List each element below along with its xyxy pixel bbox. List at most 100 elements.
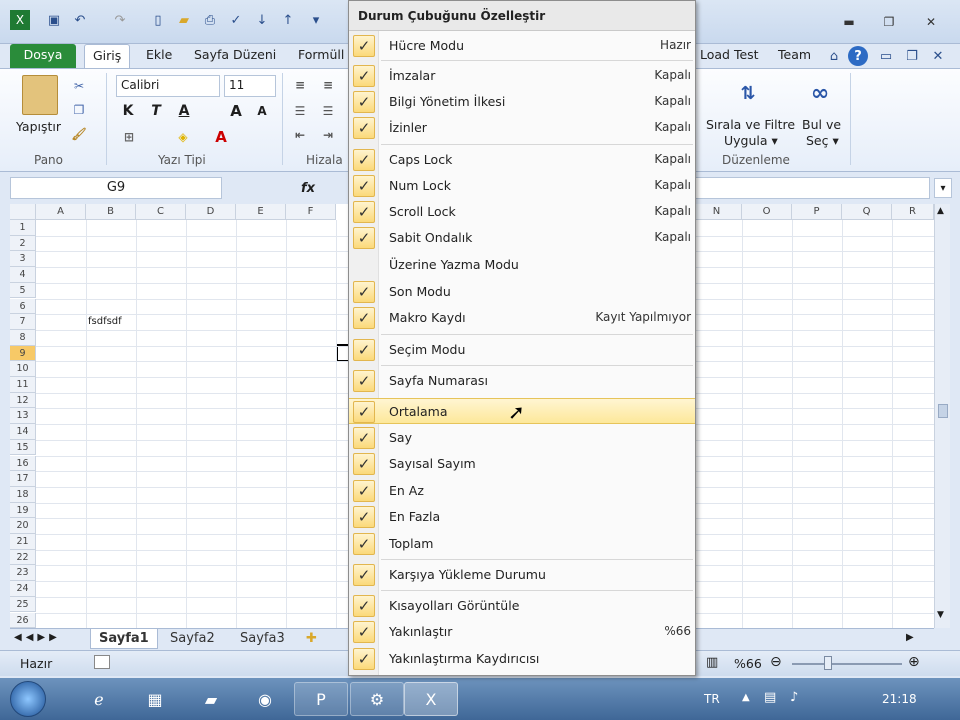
start-button-icon[interactable] <box>10 681 46 717</box>
sheet-nav-arrows-icon[interactable]: ◀◀▶▶ <box>14 632 61 643</box>
decrease-indent-icon[interactable]: ⇤ <box>290 125 310 145</box>
menu-item[interactable]: ✓ Yakınlaştır %66 <box>349 619 695 645</box>
menu-item[interactable]: ✓ İmzalar Kapalı <box>349 63 695 89</box>
column-header[interactable]: E <box>236 204 286 220</box>
name-box[interactable]: G9 <box>10 177 222 199</box>
page-break-view-icon[interactable]: ▥ <box>706 655 718 670</box>
row-header[interactable]: 20 <box>10 518 36 534</box>
tab-sayfa3[interactable]: Sayfa3 <box>232 629 293 649</box>
column-header[interactable]: A <box>36 204 86 220</box>
menu-item[interactable]: ✓ Bilgi Yönetim İlkesi Kapalı <box>349 89 695 115</box>
menu-item[interactable]: Üzerine Yazma Modu <box>349 252 695 278</box>
spelling-icon[interactable]: ✓ <box>226 10 246 30</box>
tab-giris[interactable]: Giriş <box>84 44 131 68</box>
window-minimize-icon[interactable]: ▭ <box>876 46 896 66</box>
tab-sayfa1[interactable]: Sayfa1 <box>90 629 158 649</box>
align-left-icon[interactable]: ☰ <box>290 101 310 121</box>
menu-item[interactable]: ✓ Son Modu <box>349 279 695 305</box>
minimize-icon[interactable]: ▬ <box>836 12 862 32</box>
menu-item[interactable]: ✓ Say <box>349 425 695 451</box>
column-header[interactable]: B <box>86 204 136 220</box>
row-header[interactable]: 17 <box>10 471 36 487</box>
row-header[interactable]: 25 <box>10 596 36 613</box>
row-header[interactable]: 23 <box>10 565 36 582</box>
scroll-up-icon[interactable]: ▲ <box>937 206 944 216</box>
row-header[interactable]: 16 <box>10 455 36 472</box>
select-all-corner[interactable] <box>10 204 36 220</box>
menu-item[interactable]: ✓ Sabit Ondalık Kapalı <box>349 225 695 251</box>
row-header[interactable]: 18 <box>10 486 36 503</box>
shrink-font-button[interactable]: A <box>252 101 272 121</box>
zoom-in-icon[interactable]: ⊕ <box>908 654 920 670</box>
font-color-icon[interactable]: A <box>210 127 232 147</box>
paste-icon[interactable] <box>22 75 58 115</box>
column-header[interactable]: F <box>286 204 336 220</box>
row-header[interactable]: 8 <box>10 329 36 346</box>
tab-team[interactable]: Team <box>770 44 819 68</box>
menu-item[interactable]: ✓ Caps Lock Kapalı <box>349 147 695 173</box>
vertical-scrollbar[interactable]: ▲ ▼ <box>934 204 950 628</box>
cell-b7[interactable]: fsdfsdf <box>88 316 122 327</box>
customize-qat-icon[interactable]: ▾ <box>306 10 326 30</box>
row-header[interactable]: 6 <box>10 298 36 315</box>
powerpoint-icon[interactable]: P <box>294 682 348 716</box>
macro-record-icon[interactable] <box>94 655 110 669</box>
network-icon[interactable]: ▤ <box>764 690 776 705</box>
save-icon[interactable]: ▣ <box>44 10 64 30</box>
close-icon[interactable]: ✕ <box>918 12 944 32</box>
row-header[interactable]: 3 <box>10 251 36 268</box>
excel-logo-icon[interactable]: X <box>10 10 30 30</box>
row-header[interactable]: 7 <box>10 314 36 330</box>
increase-indent-icon[interactable]: ⇥ <box>318 125 338 145</box>
column-header[interactable]: C <box>136 204 186 220</box>
row-header[interactable]: 5 <box>10 282 36 299</box>
find-select-label-2[interactable]: Seç ▾ <box>806 133 839 148</box>
tab-dosya[interactable]: Dosya <box>10 44 76 68</box>
row-header[interactable]: 19 <box>10 502 36 519</box>
row-header[interactable]: 2 <box>10 235 36 252</box>
row-header[interactable]: 15 <box>10 439 36 456</box>
column-header[interactable]: D <box>186 204 236 220</box>
minimize-ribbon-icon[interactable]: ⌂ <box>824 46 844 66</box>
row-header[interactable]: 26 <box>10 612 36 628</box>
row-header[interactable]: 22 <box>10 549 36 566</box>
app-icon[interactable]: ⚙ <box>350 682 404 716</box>
zoom-out-icon[interactable]: ⊖ <box>770 654 782 670</box>
row-header[interactable]: 9 <box>10 345 36 362</box>
explorer-folder-icon[interactable]: ▰ <box>184 682 238 716</box>
row-header[interactable]: 4 <box>10 267 36 283</box>
column-header[interactable]: P <box>792 204 842 220</box>
menu-item[interactable]: ✓ Seçim Modu <box>349 337 695 363</box>
menu-item[interactable]: ✓ Kısayolları Görüntüle <box>349 593 695 619</box>
underline-button[interactable]: A <box>174 101 194 121</box>
menu-item[interactable]: ✓ Sayısal Sayım <box>349 451 695 477</box>
column-header[interactable]: O <box>742 204 792 220</box>
menu-item[interactable]: ✓ Karşıya Yükleme Durumu <box>349 562 695 588</box>
binoculars-icon[interactable]: ∞ <box>802 75 838 111</box>
menu-item[interactable]: ✓ Scroll Lock Kapalı <box>349 199 695 225</box>
internet-explorer-icon[interactable]: ℯ <box>72 682 126 716</box>
print-preview-icon[interactable]: ⎙ <box>200 10 220 30</box>
cut-icon[interactable]: ✂ <box>70 77 88 95</box>
window-restore-icon[interactable]: ❐ <box>902 46 922 66</box>
borders-icon[interactable]: ⊞ <box>118 127 140 147</box>
font-name-combo[interactable]: Calibri <box>116 75 220 97</box>
row-header[interactable]: 10 <box>10 361 36 377</box>
row-header[interactable]: 11 <box>10 377 36 393</box>
clock[interactable]: 21:18 <box>882 692 917 706</box>
undo-icon[interactable]: ↶ <box>70 10 90 30</box>
insert-sheet-icon[interactable]: ✚ <box>306 631 317 646</box>
bold-button[interactable]: K <box>118 101 138 121</box>
align-center-icon[interactable]: ☰ <box>318 101 338 121</box>
help-icon[interactable]: ? <box>848 46 868 66</box>
font-size-combo[interactable]: 11 <box>224 75 276 97</box>
menu-item[interactable]: ✓ Sayfa Numarası <box>349 368 695 394</box>
menu-item[interactable]: ✓ İzinler Kapalı <box>349 115 695 141</box>
h-scroll-right-icon[interactable]: ▶ <box>906 632 914 643</box>
tray-expand-icon[interactable]: ▲ <box>742 692 750 703</box>
scroll-down-icon[interactable]: ▼ <box>937 610 944 620</box>
sort-filter-label-1[interactable]: Sırala ve Filtre <box>706 117 795 132</box>
menu-item[interactable]: ✓ En Az <box>349 478 695 504</box>
zoom-slider-track[interactable] <box>792 663 902 665</box>
menu-item[interactable]: ✓ Makro Kaydı Kayıt Yapılmıyor <box>349 305 695 331</box>
